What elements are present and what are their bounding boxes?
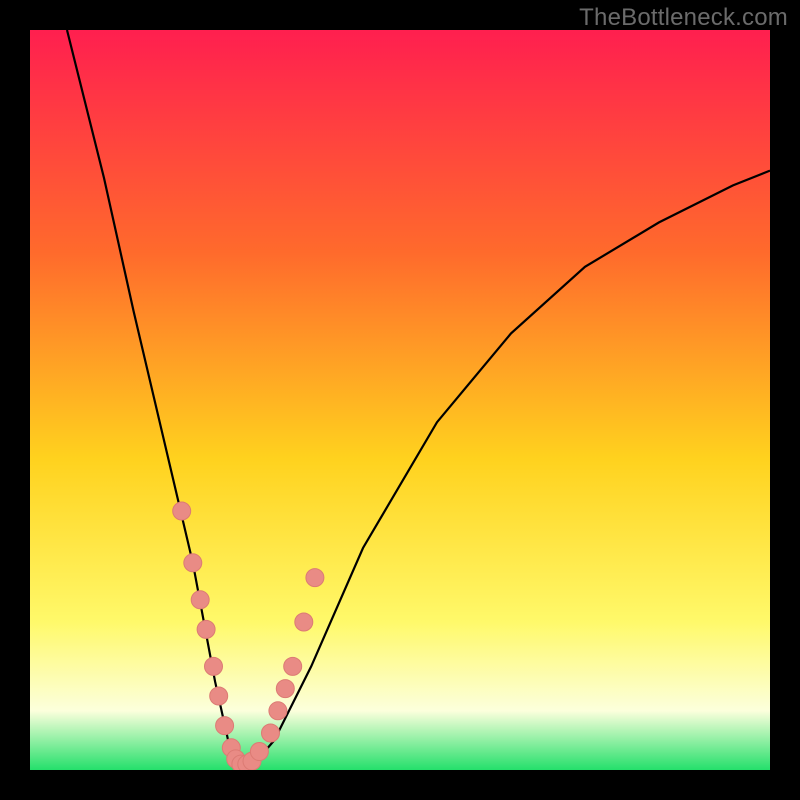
highlight-dot <box>284 657 302 675</box>
highlight-dot <box>184 554 202 572</box>
highlight-dot <box>191 591 209 609</box>
watermark-text: TheBottleneck.com <box>579 4 788 32</box>
highlight-dot <box>250 743 268 761</box>
highlight-dot <box>210 687 228 705</box>
highlight-dot <box>173 502 191 520</box>
highlight-dot <box>197 620 215 638</box>
highlight-dot <box>306 569 324 587</box>
highlight-dot <box>269 702 287 720</box>
highlight-dot <box>295 613 313 631</box>
gradient-background <box>30 30 770 770</box>
highlight-dot <box>276 680 294 698</box>
highlight-dot <box>216 717 234 735</box>
highlight-dot <box>262 724 280 742</box>
highlight-dot <box>205 657 223 675</box>
bottleneck-chart <box>30 30 770 770</box>
